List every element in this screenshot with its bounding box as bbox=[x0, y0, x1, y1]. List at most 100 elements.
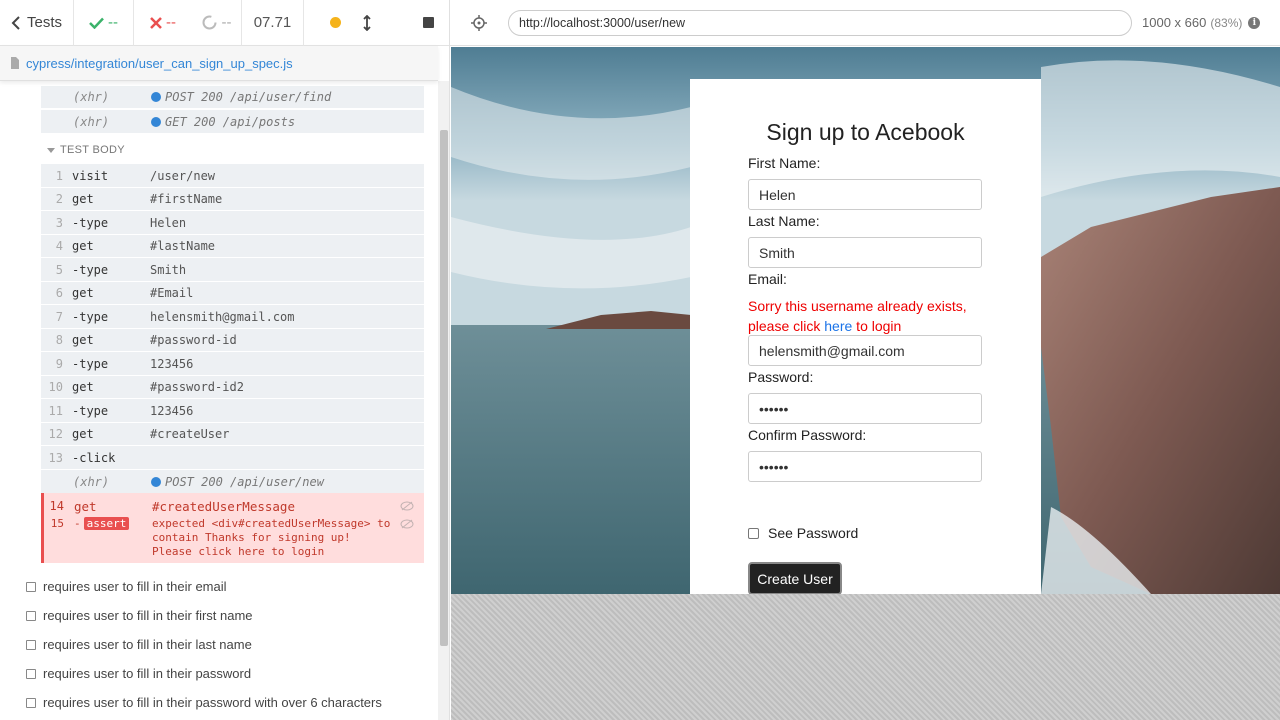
pending-count: -- bbox=[221, 14, 232, 31]
eye-slash-icon bbox=[400, 519, 414, 529]
command-message: Smith bbox=[150, 262, 187, 277]
command-row[interactable]: (xhr) GET 200 /api/posts bbox=[41, 110, 424, 133]
command-number: 10 bbox=[48, 380, 63, 394]
command-row[interactable]: 6 get #Email bbox=[41, 282, 424, 305]
command-name: -type bbox=[72, 309, 109, 324]
command-row[interactable]: 9 -type 123456 bbox=[41, 352, 424, 375]
login-link[interactable]: here bbox=[824, 318, 852, 334]
aut-empty-area bbox=[451, 594, 1280, 720]
passed-stat: -- bbox=[74, 0, 134, 46]
assert-badge: assert bbox=[83, 517, 130, 530]
caret-down-icon bbox=[47, 147, 55, 153]
command-row[interactable]: 13 -click bbox=[41, 446, 424, 469]
first-name-input[interactable] bbox=[748, 179, 982, 210]
test-state-icon bbox=[26, 639, 36, 650]
command-row[interactable]: 7 -type helensmith@gmail.com bbox=[41, 305, 424, 328]
spec-path-link[interactable]: cypress/integration/user_can_sign_up_spe… bbox=[26, 56, 293, 71]
command-name: get bbox=[72, 192, 94, 206]
command-name: get bbox=[72, 286, 94, 300]
command-row[interactable]: (xhr) POST 200 /api/user/new bbox=[41, 470, 424, 493]
chevron-left-icon bbox=[11, 15, 20, 30]
info-icon[interactable]: i bbox=[1248, 16, 1261, 29]
pending-stat: -- bbox=[192, 0, 242, 46]
scrollbar-thumb[interactable] bbox=[440, 130, 448, 646]
url-text: http://localhost:3000/user/new bbox=[519, 15, 686, 30]
test-state-icon bbox=[26, 610, 36, 621]
test-item[interactable]: requires user to fill in their password … bbox=[26, 695, 382, 710]
aut-iframe: Sign up to Acebook First Name: Last Name… bbox=[451, 47, 1280, 594]
viewport-size: 1000 x 660 bbox=[1142, 15, 1207, 30]
failed-count: -- bbox=[166, 14, 176, 31]
tests-label: Tests bbox=[26, 14, 62, 31]
command-row[interactable]: 3 -type Helen bbox=[41, 211, 424, 234]
confirm-password-label: Confirm Password: bbox=[748, 427, 867, 443]
command-row[interactable]: 14 get #createdUserMessage bbox=[44, 495, 424, 517]
command-number: 1 bbox=[55, 168, 63, 183]
command-number: 12 bbox=[48, 427, 63, 441]
test-title: requires user to fill in their password … bbox=[43, 695, 382, 710]
last-name-input[interactable] bbox=[748, 237, 982, 268]
assert-message: expected <div#createdUserMessage> to con… bbox=[152, 517, 391, 558]
run-controls bbox=[304, 0, 449, 46]
command-message: 123456 bbox=[150, 356, 194, 371]
command-name: get bbox=[72, 333, 94, 347]
signup-form-card: Sign up to Acebook First Name: Last Name… bbox=[690, 79, 1041, 594]
command-number: 8 bbox=[55, 333, 63, 347]
command-name: -type bbox=[72, 215, 109, 230]
test-item[interactable]: requires user to fill in their first nam… bbox=[26, 608, 253, 623]
create-user-button[interactable]: Create User bbox=[748, 562, 842, 594]
test-body-toggle[interactable]: TEST BODY bbox=[47, 144, 125, 156]
stop-icon[interactable] bbox=[423, 17, 434, 28]
command-message: helensmith@gmail.com bbox=[150, 309, 295, 324]
test-state-icon bbox=[26, 581, 36, 592]
command-row[interactable]: 8 get #password-id bbox=[41, 329, 424, 352]
viewport-scale: (83%) bbox=[1210, 15, 1243, 30]
test-item[interactable]: requires user to fill in their password bbox=[26, 666, 251, 681]
crosshair-icon bbox=[471, 14, 487, 31]
command-number: 13 bbox=[48, 450, 63, 465]
command-message: 123456 bbox=[150, 403, 194, 418]
first-name-label: First Name: bbox=[748, 155, 821, 171]
command-number: 2 bbox=[55, 192, 63, 206]
command-row[interactable]: 5 -type Smith bbox=[41, 258, 424, 281]
error-message: Sorry this username already exists, plea… bbox=[748, 298, 967, 334]
command-name: -type bbox=[72, 356, 109, 371]
see-password-checkbox[interactable] bbox=[748, 528, 759, 539]
test-title: requires user to fill in their email bbox=[43, 579, 227, 594]
xhr-status-icon bbox=[151, 92, 161, 102]
auto-scroll-icon[interactable] bbox=[363, 14, 371, 31]
failed-command-block[interactable]: 14 get #createdUserMessage 15 - assert ex… bbox=[41, 493, 424, 563]
command-row[interactable]: (xhr) POST 200 /api/user/find bbox=[41, 86, 424, 109]
command-row[interactable]: 4 get #lastName bbox=[41, 235, 424, 258]
command-name: -type bbox=[72, 403, 109, 418]
password-input[interactable] bbox=[748, 393, 982, 424]
url-bar[interactable]: http://localhost:3000/user/new bbox=[508, 9, 1132, 36]
selector-playground-button[interactable] bbox=[450, 0, 508, 46]
command-name: visit bbox=[72, 168, 109, 183]
command-message: Helen bbox=[150, 215, 187, 230]
tests-button[interactable]: Tests bbox=[0, 0, 74, 46]
test-item[interactable]: requires user to fill in their email bbox=[26, 579, 227, 594]
command-message: #lastName bbox=[150, 239, 216, 253]
command-row[interactable]: 1 visit/user/new bbox=[41, 164, 424, 187]
reporter-header: Tests -- -- -- 07.71 bbox=[0, 0, 449, 46]
command-message: /user/new bbox=[150, 168, 216, 183]
passed-count: -- bbox=[108, 14, 118, 31]
command-row[interactable]: 15 - assert expected <div#createdUserMess… bbox=[44, 517, 424, 559]
command-number: 11 bbox=[48, 403, 63, 418]
running-indicator-icon bbox=[330, 17, 341, 28]
command-number: 6 bbox=[55, 286, 63, 300]
command-number: 7 bbox=[55, 309, 63, 324]
check-icon bbox=[89, 17, 104, 29]
command-row[interactable]: 12 get #createUser bbox=[41, 423, 424, 446]
test-state-icon bbox=[26, 668, 36, 679]
password-label: Password: bbox=[748, 369, 814, 385]
command-row[interactable]: 2 get #firstName bbox=[41, 188, 424, 211]
confirm-password-input[interactable] bbox=[748, 451, 982, 482]
command-message: #password-id bbox=[150, 333, 237, 347]
command-name: -type bbox=[72, 262, 109, 277]
email-input[interactable] bbox=[748, 335, 982, 366]
command-row[interactable]: 11 -type 123456 bbox=[41, 399, 424, 422]
test-item[interactable]: requires user to fill in their last name bbox=[26, 637, 252, 652]
command-row[interactable]: 10 get #password-id2 bbox=[41, 376, 424, 399]
